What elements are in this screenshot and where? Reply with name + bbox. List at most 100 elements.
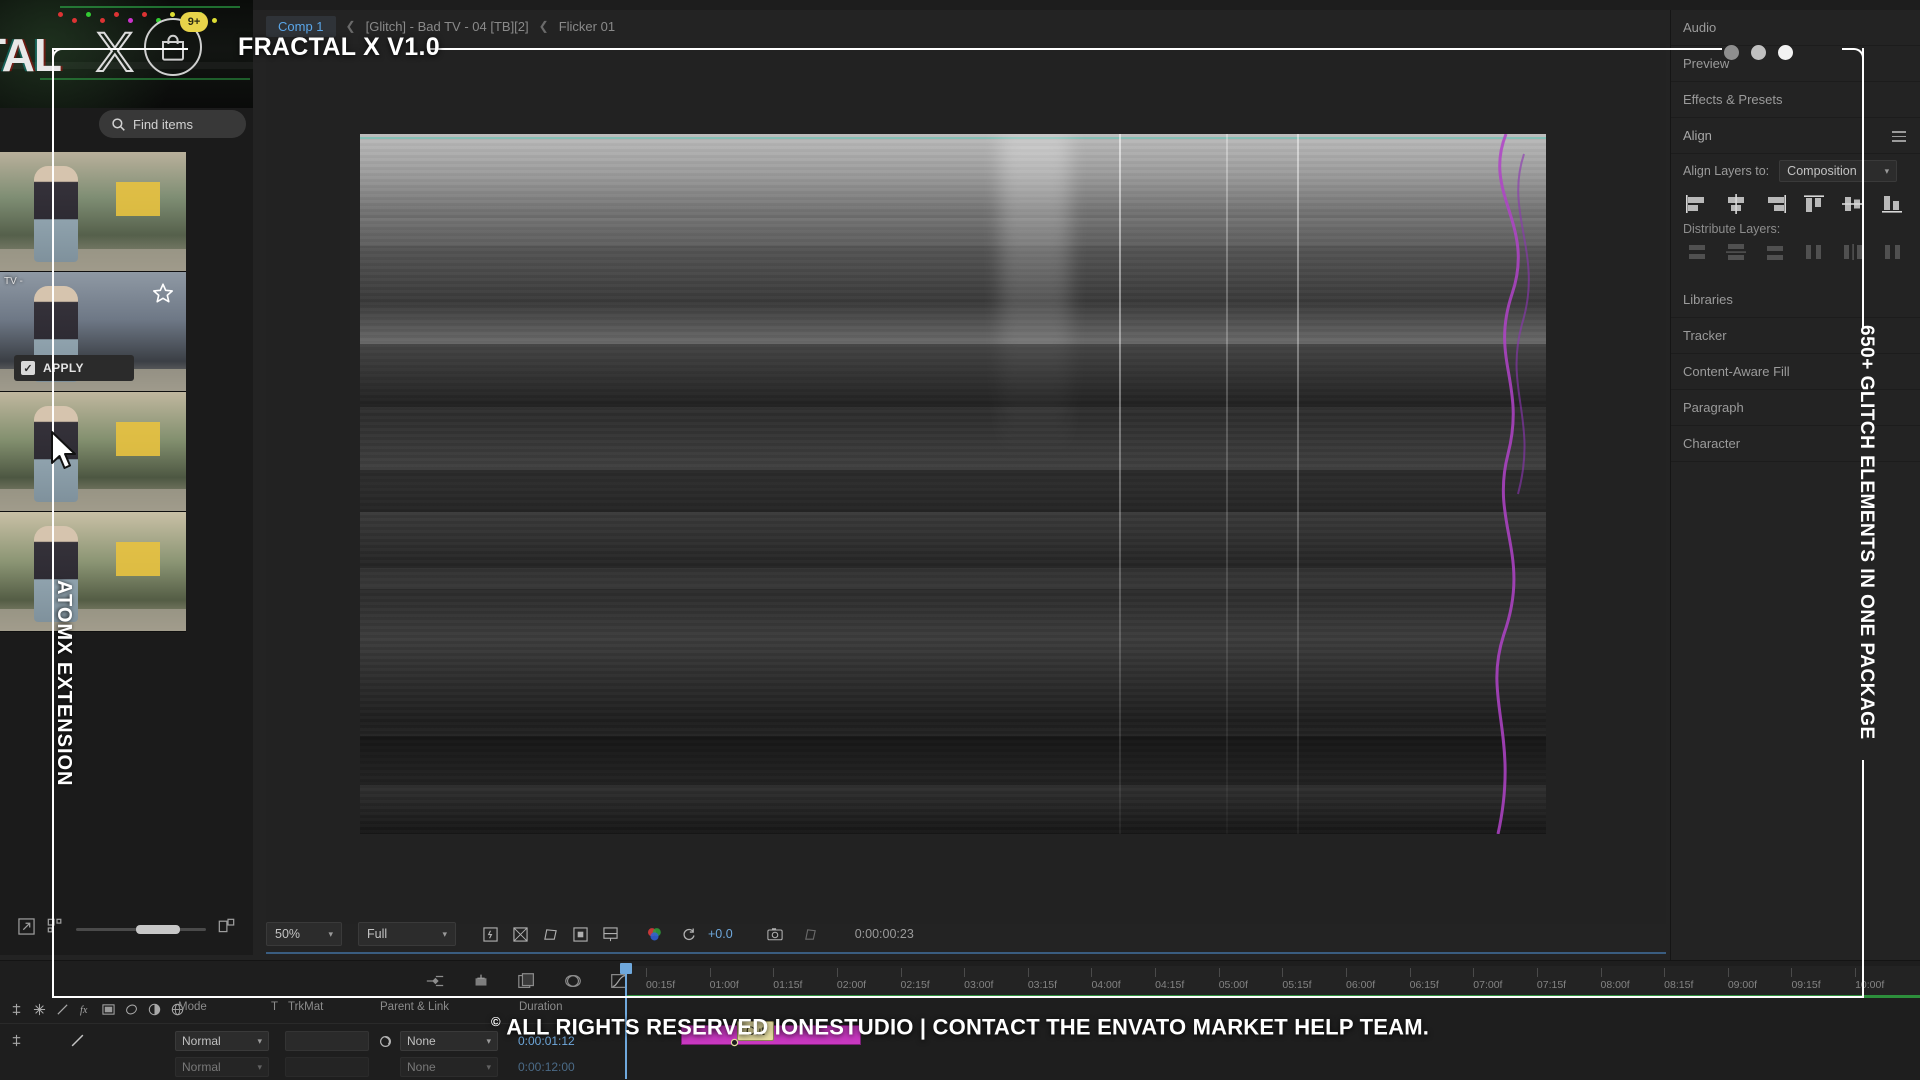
region-of-interest-icon[interactable] <box>478 924 502 944</box>
panel-tab-libraries[interactable]: Libraries <box>1671 282 1920 318</box>
reset-exposure-icon[interactable] <box>676 924 700 944</box>
star-icon[interactable] <box>152 282 174 304</box>
panel-tab-audio-label: Audio <box>1683 20 1717 35</box>
align-horizontal-center-icon[interactable] <box>1724 194 1750 216</box>
magenta-glitch-wire <box>1495 134 1530 834</box>
exposure-value[interactable]: +0.0 <box>708 927 733 941</box>
viewer-time-bar[interactable] <box>266 952 1666 954</box>
atomx-extension-panel: TAL X 9+ Find items TV - <box>0 0 253 955</box>
show-snapshot-icon[interactable] <box>799 924 823 944</box>
ruler-tick: 08:00f <box>1600 968 1630 991</box>
timeline-ruler[interactable]: 00:15f 01:00f 01:15f 02:00f 02:15f 03:00f 03:1… <box>625 966 1920 996</box>
align-layers-to-select[interactable]: Composition ▾ <box>1779 160 1898 182</box>
align-top-icon[interactable] <box>1802 194 1828 216</box>
mask-icon[interactable] <box>538 924 562 944</box>
panel-tab-tracker[interactable]: Tracker <box>1671 318 1920 354</box>
ruler-tick: 06:15f <box>1409 968 1439 991</box>
zoom-level-select[interactable]: 50% ▾ <box>266 922 342 946</box>
expand-icon[interactable] <box>18 918 35 940</box>
title-safe-icon[interactable] <box>568 924 592 944</box>
composition-viewer[interactable] <box>266 44 1666 924</box>
hero-dot <box>170 12 175 17</box>
glitch-band-1 <box>360 344 1546 407</box>
breadcrumb-separator: ❮ <box>345 19 356 33</box>
panel-tab-audio[interactable]: Audio <box>1671 10 1920 46</box>
apply-checkbox[interactable]: ✓ <box>21 361 35 375</box>
panel-tab-align-label: Align <box>1683 128 1712 143</box>
layer-parent-select-2[interactable]: None ▾ <box>400 1057 498 1077</box>
align-bottom-icon[interactable] <box>1880 194 1906 216</box>
resolution-select[interactable]: Full ▾ <box>358 922 456 946</box>
layout-icon[interactable] <box>218 918 235 940</box>
glitch-streak-1 <box>1119 134 1122 834</box>
timeline-layer-row-2[interactable]: Normal ▾ None ▾ 0:00:12:00 <box>0 1055 625 1080</box>
preset-thumbnail-list[interactable]: TV - ✓ APPLY <box>0 152 186 632</box>
search-input[interactable]: Find items <box>99 110 246 138</box>
ruler-tick: 06:00f <box>1346 968 1376 991</box>
promo-frame-left <box>52 48 54 998</box>
layer-duration-2[interactable]: 0:00:12:00 <box>518 1060 575 1074</box>
3d-view-icon[interactable] <box>598 924 622 944</box>
panel-tab-align[interactable]: Align <box>1671 118 1920 154</box>
cart-button[interactable]: 9+ <box>144 12 208 76</box>
distribute-buttons-row <box>1671 236 1920 268</box>
extension-hero-banner: TAL X <box>0 0 253 108</box>
distribute-top-icon[interactable] <box>1685 242 1711 264</box>
list-item[interactable] <box>0 152 186 272</box>
panel-tab-effects-presets[interactable]: Effects & Presets <box>1671 82 1920 118</box>
promo-title: FRACTAL X V1.0 <box>238 33 440 61</box>
channels-icon[interactable] <box>642 924 666 944</box>
panel-menu-icon[interactable] <box>1892 131 1906 142</box>
layer-trkmat-select-2[interactable] <box>285 1057 369 1077</box>
promo-dot-0 <box>1724 45 1739 60</box>
promo-dot-2 <box>1778 45 1793 60</box>
breadcrumb-item-1[interactable]: Flicker 01 <box>559 19 615 34</box>
distribute-vertical-center-icon[interactable] <box>1724 242 1750 264</box>
panel-tab-character[interactable]: Character <box>1671 426 1920 462</box>
list-item[interactable] <box>0 392 186 512</box>
panel-tab-paragraph-label: Paragraph <box>1683 400 1744 415</box>
ruler-tick: 02:00f <box>836 968 867 991</box>
transparency-grid-icon[interactable] <box>508 924 532 944</box>
panel-tab-libraries-label: Libraries <box>1683 292 1733 307</box>
list-item[interactable] <box>0 512 186 632</box>
grid-icon[interactable] <box>47 918 64 940</box>
promo-vertical-left-text: ATOMX EXTENSION <box>53 580 75 787</box>
panel-tab-content-aware-fill[interactable]: Content-Aware Fill <box>1671 354 1920 390</box>
distribute-left-icon[interactable] <box>1802 242 1828 264</box>
shy-icon[interactable] <box>563 972 585 992</box>
viewer-timecode[interactable]: 0:00:00:23 <box>855 927 914 941</box>
slider-handle[interactable] <box>135 924 180 934</box>
zoom-level-value: 50% <box>275 927 301 941</box>
ruler-tick: 08:15f <box>1664 968 1694 991</box>
layer-mode-select-2[interactable]: Normal ▾ <box>175 1057 269 1077</box>
layer-mode-value-2: Normal <box>182 1060 221 1074</box>
distribute-right-icon[interactable] <box>1880 242 1906 264</box>
apply-button[interactable]: ✓ APPLY <box>14 355 134 381</box>
keyframe-navigator-icon[interactable] <box>425 972 447 992</box>
align-layers-to-label: Align Layers to: <box>1683 164 1770 178</box>
hero-dot <box>142 12 147 17</box>
snapshot-icon[interactable] <box>763 924 787 944</box>
motion-blur-icon[interactable] <box>471 972 493 992</box>
list-item[interactable]: TV - ✓ APPLY <box>0 272 186 392</box>
after-effects-window: Comp 1 ❮ [Glitch] - Bad TV - 04 [TB][2] … <box>0 0 1920 1080</box>
align-right-icon[interactable] <box>1763 194 1789 216</box>
search-placeholder: Find items <box>133 116 193 132</box>
layers-icon[interactable] <box>517 972 539 992</box>
ruler-tick: 07:15f <box>1536 968 1567 991</box>
hero-dot <box>72 18 77 23</box>
thumbnail-size-slider[interactable] <box>76 924 206 934</box>
cart-badge: 9+ <box>180 12 208 32</box>
extension-footer-toolbar <box>0 903 253 955</box>
distribute-bottom-icon[interactable] <box>1763 242 1789 264</box>
panel-tab-preview-label: Preview <box>1683 56 1730 71</box>
panel-tab-paragraph[interactable]: Paragraph <box>1671 390 1920 426</box>
chevron-down-icon: ▾ <box>257 1061 262 1072</box>
panel-tab-preview[interactable]: Preview <box>1671 46 1920 82</box>
align-left-icon[interactable] <box>1685 194 1711 216</box>
mouse-cursor <box>51 431 76 469</box>
breadcrumb-item-0[interactable]: [Glitch] - Bad TV - 04 [TB][2] <box>366 19 529 34</box>
glitch-band-5 <box>360 736 1546 785</box>
hero-dot <box>212 18 217 23</box>
